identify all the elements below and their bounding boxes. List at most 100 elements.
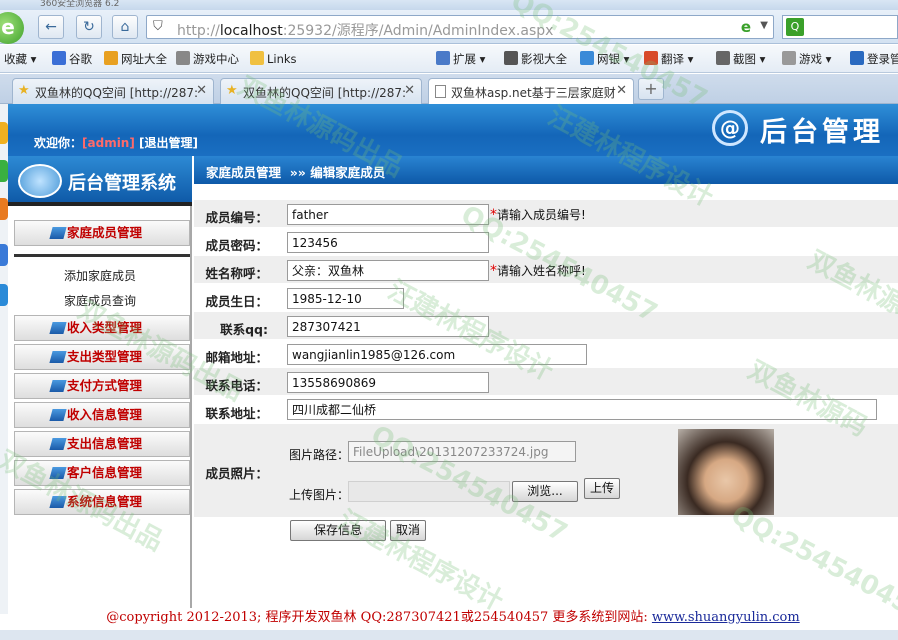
browser-status-bar xyxy=(0,630,898,640)
address-input[interactable] xyxy=(287,399,877,420)
search-icon[interactable]: Q xyxy=(786,18,804,36)
sidebar-app-icon[interactable] xyxy=(0,284,8,306)
browser-sidebar xyxy=(0,104,8,614)
close-icon[interactable]: ✕ xyxy=(616,83,627,98)
tab-label: 双鱼林的QQ空间 [http://287: xyxy=(243,86,407,100)
bookmark-extensions[interactable]: 扩展 ▾ xyxy=(436,51,485,67)
menu-arrow-icon xyxy=(49,409,67,421)
scissors-icon xyxy=(716,51,730,65)
sidebar-app-icon[interactable] xyxy=(0,198,8,220)
name-hint: *请输入姓名称呼! xyxy=(490,263,586,279)
menu-income-type[interactable]: 收入类型管理 xyxy=(14,315,190,341)
form-row-birthday: 成员生日： xyxy=(194,284,898,312)
menu-payment-method[interactable]: 支付方式管理 xyxy=(14,373,190,399)
address-scheme: http:// xyxy=(177,23,220,39)
menu-system-info[interactable]: 系统信息管理 xyxy=(14,489,190,515)
password-label: 成员密码： xyxy=(205,238,268,253)
phone-input[interactable] xyxy=(287,372,489,393)
member-no-label: 成员编号： xyxy=(205,210,268,225)
breadcrumb-section[interactable]: 家庭成员管理 xyxy=(206,165,281,180)
email-input[interactable] xyxy=(287,344,587,365)
browse-button[interactable]: 浏览... xyxy=(512,481,578,502)
translate-icon xyxy=(644,51,658,65)
phone-label: 联系电话： xyxy=(205,378,268,393)
chevron-down-icon[interactable]: ▼ xyxy=(760,20,768,31)
bookmark-login[interactable]: 登录管 xyxy=(850,51,898,67)
logout-link[interactable]: [退出管理] xyxy=(139,136,198,150)
breadcrumb-separator: »» xyxy=(289,165,306,180)
ie-mode-icon[interactable]: e xyxy=(741,18,751,36)
save-button[interactable]: 保存信息 xyxy=(290,520,386,541)
upload-label: 上传图片： xyxy=(289,488,350,502)
new-tab-button[interactable]: + xyxy=(638,78,664,100)
upload-file-input[interactable] xyxy=(348,481,510,502)
address-label: 联系地址： xyxy=(205,406,268,421)
submenu-add-member[interactable]: 添加家庭成员 xyxy=(8,267,192,284)
close-icon[interactable]: ✕ xyxy=(196,83,207,98)
birthday-label: 成员生日： xyxy=(205,294,268,309)
form-row-address: 联系地址： xyxy=(194,396,898,424)
star-icon: ★ xyxy=(18,83,30,98)
back-icon[interactable]: ← xyxy=(38,15,64,39)
close-icon[interactable]: ✕ xyxy=(404,83,415,98)
form-row-member-no: 成员编号： *请输入成员编号! xyxy=(194,200,898,228)
name-input[interactable] xyxy=(287,260,489,281)
cancel-button[interactable]: 取消 xyxy=(390,520,426,541)
sidebar-app-icon[interactable] xyxy=(0,160,8,182)
menu-arrow-icon xyxy=(49,351,67,363)
bookmark-favorites[interactable]: 收藏 ▾ xyxy=(4,51,36,67)
upload-button[interactable]: 上传 xyxy=(584,478,620,499)
bookmark-play[interactable]: 游戏 ▾ xyxy=(782,51,831,67)
site-nav-icon xyxy=(104,51,118,65)
address-bar[interactable]: ⛉ http://localhost:25932/源程序/Admin/Admin… xyxy=(146,15,774,39)
menu-arrow-icon xyxy=(49,496,67,508)
bookmark-google[interactable]: 谷歌 xyxy=(52,51,92,67)
menu-family-member[interactable]: 家庭成员管理 xyxy=(14,220,190,246)
bookmark-screenshot[interactable]: 截图 ▾ xyxy=(716,51,765,67)
search-box[interactable]: Q xyxy=(782,15,898,39)
bank-icon xyxy=(580,51,594,65)
bookmark-games[interactable]: 游戏中心 xyxy=(176,51,239,67)
footer-link[interactable]: www.shuangyulin.com xyxy=(652,610,800,625)
gamepad-icon xyxy=(782,51,796,65)
sidebar-app-icon[interactable] xyxy=(0,244,8,266)
menu-expense-info[interactable]: 支出信息管理 xyxy=(14,431,190,457)
refresh-icon[interactable]: ↻ xyxy=(76,15,102,39)
bookmark-links[interactable]: Links xyxy=(250,51,297,66)
breadcrumb: 家庭成员管理 »» 编辑家庭成员 xyxy=(194,156,898,184)
bookmark-site-nav[interactable]: 网址大全 xyxy=(104,51,167,67)
tab-qq-space-2[interactable]: ★ 双鱼林的QQ空间 [http://287: ✕ xyxy=(220,78,422,104)
bookmark-video[interactable]: 影视大全 xyxy=(504,51,567,67)
page-footer: @copyright 2012-2013; 程序开发双鱼林 QQ:2873074… xyxy=(8,606,898,630)
admin-banner: 欢迎你：[admin] [退出管理] @ 后台管理 xyxy=(8,104,898,156)
address-text[interactable]: http://localhost:25932/源程序/Admin/AdminIn… xyxy=(177,20,553,40)
sidebar-title: 后台管理系统 xyxy=(68,173,176,194)
menu-customer-info[interactable]: 客户信息管理 xyxy=(14,460,190,486)
name-label: 姓名称呼： xyxy=(205,266,268,281)
menu-arrow-icon xyxy=(49,467,67,479)
bookmark-bank[interactable]: 网银 ▾ xyxy=(580,51,629,67)
submenu-query-member[interactable]: 家庭成员查询 xyxy=(8,292,192,309)
banner-title: 后台管理 xyxy=(760,117,884,148)
sidebar-favorites-icon[interactable] xyxy=(0,122,8,144)
home-icon[interactable]: ⌂ xyxy=(112,15,138,39)
bookmarks-bar: 收藏 ▾ 谷歌 网址大全 游戏中心 Links 扩展 ▾ 影视大全 网银 ▾ 翻… xyxy=(0,45,898,73)
menu-arrow-icon xyxy=(49,380,67,392)
form-row-name: 姓名称呼： *请输入姓名称呼! xyxy=(194,256,898,284)
qq-input[interactable] xyxy=(287,316,489,337)
extensions-icon xyxy=(436,51,450,65)
menu-expense-type[interactable]: 支出类型管理 xyxy=(14,344,190,370)
password-input[interactable] xyxy=(287,232,489,253)
address-path: :25932/源程序/Admin/AdminIndex.aspx xyxy=(282,23,554,39)
shield-icon: ⛉ xyxy=(153,19,163,34)
tab-label: 双鱼林的QQ空间 [http://287: xyxy=(35,86,199,100)
birthday-input[interactable] xyxy=(287,288,404,309)
key-icon xyxy=(850,51,864,65)
member-no-input[interactable] xyxy=(287,204,489,225)
tab-qq-space-1[interactable]: ★ 双鱼林的QQ空间 [http://287: ✕ xyxy=(12,78,214,104)
photo-label: 成员照片： xyxy=(205,466,268,481)
bookmark-translate[interactable]: 翻译 ▾ xyxy=(644,51,693,67)
menu-income-info[interactable]: 收入信息管理 xyxy=(14,402,190,428)
photo-path-input[interactable] xyxy=(348,441,576,462)
tab-active-admin[interactable]: 双鱼林asp.net基于三层家庭财 ✕ xyxy=(428,78,634,105)
